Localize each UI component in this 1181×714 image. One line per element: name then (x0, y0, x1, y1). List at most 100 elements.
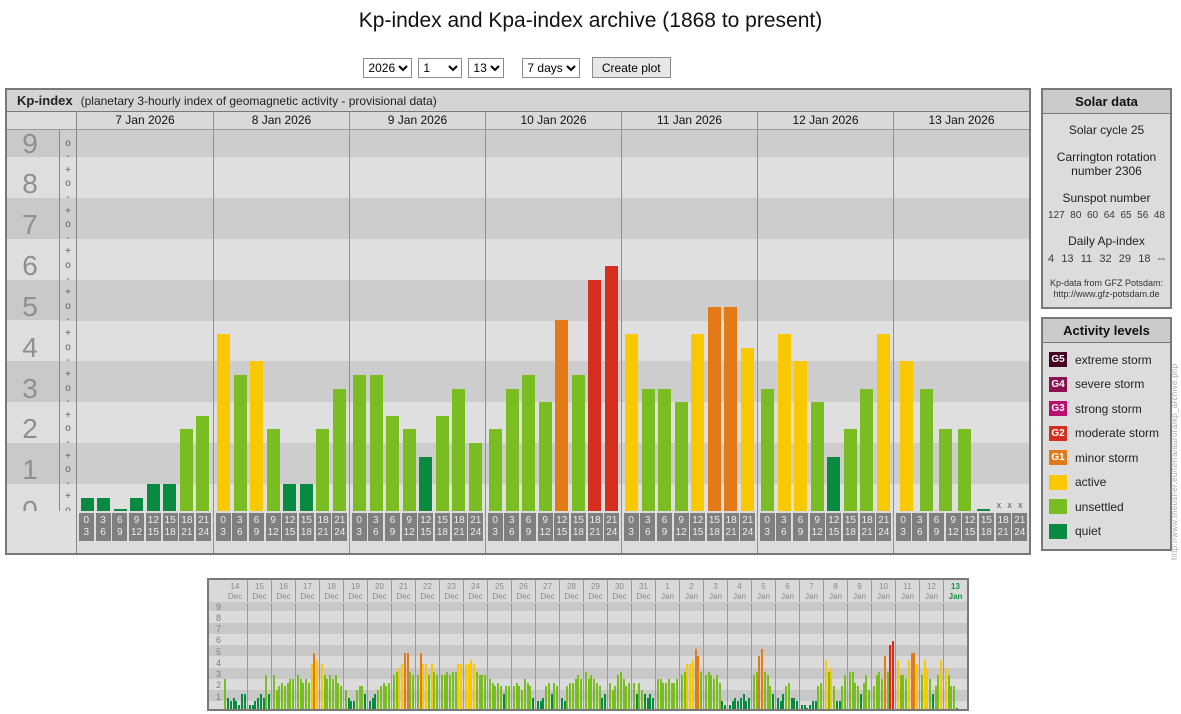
day-select[interactable]: 13 (468, 57, 505, 78)
mini-kp-bar (388, 683, 391, 709)
mini-day-header: 16 Dec (271, 580, 295, 602)
hour-label: 15 18 (842, 513, 858, 541)
mini-day-header: 23 Dec (439, 580, 463, 602)
mini-kp-bar (617, 675, 620, 709)
mini-kp-bar (772, 694, 775, 709)
mini-day-header: 28 Dec (559, 580, 583, 602)
mini-kp-bar (409, 672, 412, 709)
mini-kp-bar (529, 686, 532, 709)
kp-bar (113, 509, 127, 511)
mini-y-axis-label: 3 (215, 669, 221, 680)
mini-kp-bar (854, 683, 857, 709)
mini-kp-bar (577, 675, 580, 709)
mini-day-header: 3 Jan (703, 580, 727, 602)
mini-y-axis-label: 5 (215, 646, 221, 657)
kp-bar (674, 402, 688, 511)
y-axis-label: 2 (22, 413, 38, 445)
mini-kp-bar (481, 675, 484, 709)
mini-kp-bar (553, 683, 556, 709)
mini-kp-bar (868, 690, 871, 709)
mini-day-column (319, 604, 343, 709)
day-header: 8 Jan 2026 (213, 112, 349, 129)
missing-data-marker: x (1018, 500, 1023, 510)
range-select[interactable]: 7 days (522, 57, 581, 78)
kp-bar (538, 402, 552, 511)
mini-kp-bar (587, 679, 590, 709)
mini-kp-bar (953, 686, 956, 709)
month-select[interactable]: 1 (418, 57, 463, 78)
mini-kp-bar (899, 675, 902, 709)
mini-kp-bar (763, 672, 766, 709)
mini-day-header: 22 Dec (415, 580, 439, 602)
y-subtick-label: o (65, 382, 71, 394)
legend-color-chip: G2 (1049, 425, 1067, 441)
mini-kp-bar (601, 698, 604, 709)
create-plot-button[interactable]: Create plot (591, 57, 671, 78)
legend-item: quiet (1049, 523, 1164, 539)
mini-day-column (775, 604, 799, 709)
mini-kp-bar (667, 679, 670, 709)
mini-kp-bar (473, 664, 476, 709)
mini-kp-bar (785, 686, 788, 709)
y-subtick-label: o (65, 178, 71, 190)
mini-day-column (367, 604, 391, 709)
y-subtick-label: o (65, 300, 71, 312)
mini-day-column (559, 604, 583, 709)
mini-day-header: 27 Dec (535, 580, 559, 602)
mini-kp-bar (676, 679, 679, 709)
mini-kp-bar (320, 664, 323, 709)
mini-kp-bar (310, 664, 313, 709)
hour-label: 12 15 (554, 513, 570, 541)
year-select[interactable]: 2026 (363, 57, 413, 78)
mini-kp-bar (857, 686, 860, 709)
hour-label: 12 15 (962, 513, 978, 541)
mini-kp-bar (505, 686, 508, 709)
mini-kp-bar (323, 675, 326, 709)
hour-label: 9 12 (129, 513, 145, 541)
mini-kp-bar (659, 679, 662, 709)
mini-kp-bar (611, 690, 614, 709)
day-header-row: 7 Jan 2026 8 Jan 2026 9 Jan 2026 10 Jan 202… (77, 112, 1029, 130)
day-column (349, 130, 485, 511)
data-source-note: Kp-data from GFZ Potsdam: http://www.gfz… (1049, 278, 1164, 299)
mini-kp-bar (593, 679, 596, 709)
mini-kp-bar (382, 683, 385, 709)
mini-kp-bar (238, 705, 241, 709)
y-axis-label: 8 (22, 168, 38, 200)
mini-kp-bar (902, 675, 905, 709)
mini-day-column (799, 604, 823, 709)
mini-kp-bar (875, 675, 878, 709)
mini-day-column (655, 604, 679, 709)
mini-kp-bar (350, 701, 353, 709)
legend-label: strong storm (1075, 401, 1142, 416)
mini-kp-bar (881, 679, 884, 709)
site-url-watermark: http://www.theusner.eu/terra/aurora/kp_a… (1170, 363, 1179, 560)
mini-day-column (247, 604, 271, 709)
mini-kp-bar (226, 698, 229, 709)
mini-kp-bar (728, 705, 731, 709)
kp-bar (332, 389, 346, 511)
mini-kp-bar (244, 694, 246, 709)
hour-label: 18 21 (587, 513, 603, 541)
mini-kp-bar (758, 656, 761, 709)
kp-bar (588, 280, 602, 511)
mini-kp-bar (889, 645, 892, 709)
mini-kp-bar (497, 683, 500, 709)
y-axis-label: 0 (22, 495, 38, 511)
y-subtick-label: o (65, 260, 71, 272)
mini-day-column (343, 604, 367, 709)
mini-kp-bar (443, 675, 446, 709)
legend-item: G3 strong storm (1049, 401, 1164, 416)
y-axis-label: 4 (22, 331, 38, 363)
hour-label: 9 12 (265, 513, 281, 541)
y-subtick-label: + (65, 409, 71, 421)
mini-kp-bar (440, 675, 443, 709)
hour-label: 03 (487, 513, 503, 541)
mini-kp-bar (272, 675, 275, 709)
kp-bar (707, 307, 721, 511)
mini-kp-bar (377, 690, 380, 709)
mini-kp-bar (748, 698, 751, 709)
legend-color-chip: G5 (1049, 352, 1067, 367)
y-subtick-label: o (65, 464, 71, 476)
hour-label: 36 (368, 513, 384, 541)
